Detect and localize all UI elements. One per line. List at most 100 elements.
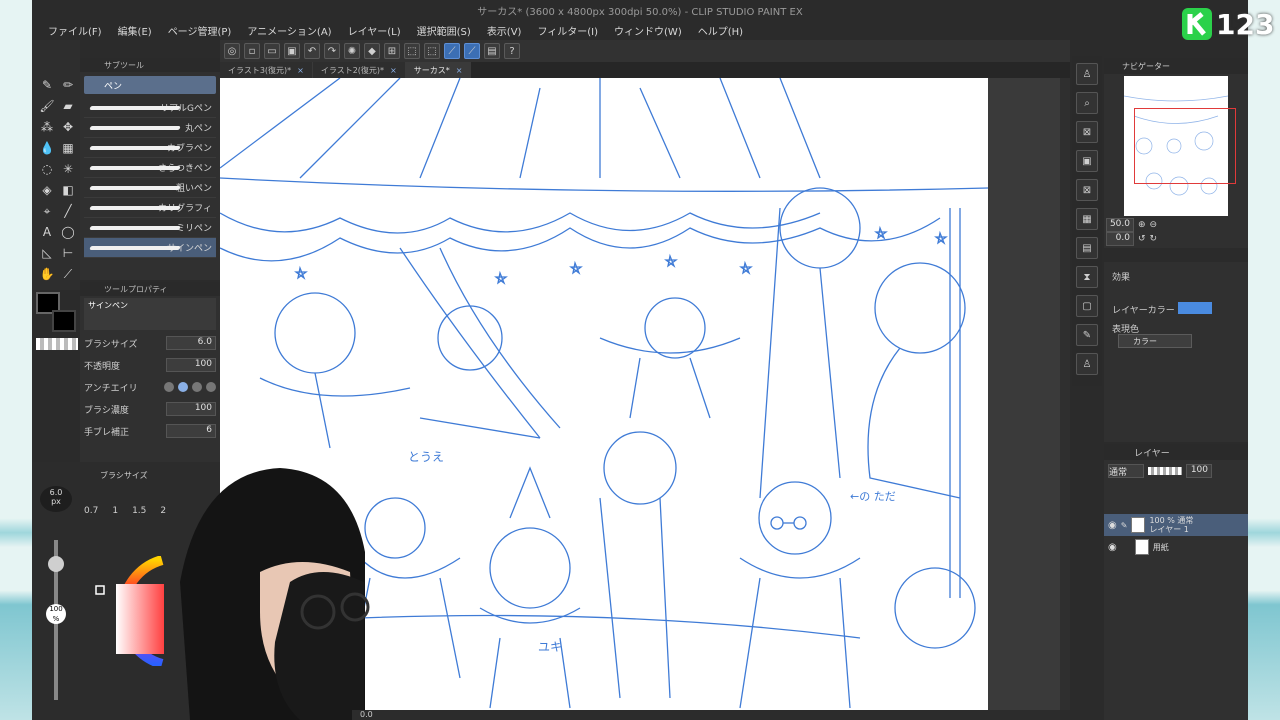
menu-file[interactable]: ファイル(F) [40, 23, 110, 38]
undo-icon[interactable]: ↶ [304, 43, 320, 59]
close-icon[interactable]: × [297, 66, 304, 75]
menu-animation[interactable]: アニメーション(A) [239, 23, 339, 38]
deselect-icon[interactable]: ⬚ [404, 43, 420, 59]
brush-size-field[interactable]: 6.0 [166, 336, 216, 350]
save-icon[interactable]: ▣ [284, 43, 300, 59]
subtool-group-pen[interactable]: ペン [84, 76, 216, 94]
layer-color-swatch[interactable] [1178, 302, 1212, 314]
rotate-right-icon[interactable]: ↻ [1150, 234, 1158, 244]
property-stabilization[interactable]: 手ブレ補正 6 [80, 420, 220, 442]
pen-tool-icon[interactable]: ✎ [38, 76, 56, 94]
sub-color-swatch[interactable] [52, 310, 76, 332]
close-icon[interactable]: × [456, 66, 463, 75]
redo-icon[interactable]: ↷ [324, 43, 340, 59]
text-tool-icon[interactable]: A [38, 223, 56, 241]
property-opacity[interactable]: 不透明度 100 [80, 354, 220, 376]
invert-selection-icon[interactable]: ⬚ [424, 43, 440, 59]
decoration-tool-icon[interactable]: ⁂ [38, 118, 56, 136]
eyedropper-tool-icon[interactable]: ⟋ [59, 265, 77, 283]
menu-edit[interactable]: 編集(E) [110, 23, 160, 38]
pencil-tool-icon[interactable]: ✏ [59, 76, 77, 94]
brush-saratsuki-pen[interactable]: さらつきペン [84, 158, 216, 178]
ruler-tool-icon[interactable]: ⊢ [59, 244, 77, 262]
fill-icon[interactable]: ◆ [364, 43, 380, 59]
image-icon[interactable]: ▣ [1076, 150, 1098, 172]
menu-window[interactable]: ウィンドウ(W) [606, 23, 690, 38]
timer-icon[interactable]: ⧗ [1076, 266, 1098, 288]
layer-item[interactable]: ◉ 用紙 [1104, 536, 1248, 558]
eye-icon[interactable]: ◉ [1108, 542, 1117, 553]
current-brush-size[interactable]: 6.0 px [40, 486, 72, 512]
menu-page[interactable]: ページ管理(P) [160, 23, 240, 38]
brush-real-g-pen[interactable]: リアルGペン [84, 98, 216, 118]
frame-tool-icon[interactable]: ◺ [38, 244, 56, 262]
size-preset[interactable]: 1 [112, 506, 118, 520]
size-preset[interactable]: 0.7 [84, 506, 98, 520]
menu-view[interactable]: 表示(V) [479, 23, 530, 38]
hand-tool-icon[interactable]: ✋ [38, 265, 56, 283]
menu-selection[interactable]: 選択範囲(S) [409, 23, 479, 38]
stabilization-field[interactable]: 6 [166, 424, 216, 438]
snap-guide-icon[interactable]: ⟋ [464, 43, 480, 59]
brush-tool-icon[interactable]: 🖌 [38, 97, 56, 115]
size-slider-knob[interactable] [48, 556, 64, 572]
layer-item[interactable]: ◉ ✎ 100 % 通常 レイヤー 1 [1104, 514, 1248, 536]
menu-layer[interactable]: レイヤー(L) [340, 23, 409, 38]
zoom-field[interactable]: 50.0 [1106, 218, 1134, 232]
eye-icon[interactable]: ◉ [1108, 520, 1117, 531]
person-icon[interactable]: ♙ [1076, 353, 1098, 375]
lasso-tool-icon[interactable]: ◌ [38, 160, 56, 178]
new-file-icon[interactable]: ▫ [244, 43, 260, 59]
brush-sign-pen[interactable]: サインペン [84, 238, 216, 258]
document-icon[interactable]: ▢ [1076, 295, 1098, 317]
magic-wand-icon[interactable]: ✳ [59, 160, 77, 178]
history-icon[interactable]: ▤ [1076, 237, 1098, 259]
balloon-tool-icon[interactable]: ◯ [59, 223, 77, 241]
brush-rough-pen[interactable]: 粗いペン [84, 178, 216, 198]
antialias-options[interactable] [164, 382, 216, 392]
transform-icon[interactable]: ⊞ [384, 43, 400, 59]
vertical-scrollbar[interactable] [1060, 78, 1070, 710]
material-icon[interactable]: ⊠ [1076, 121, 1098, 143]
rotate-left-icon[interactable]: ↺ [1138, 234, 1146, 244]
clear-icon[interactable]: ✺ [344, 43, 360, 59]
line-tool-icon[interactable]: ╱ [59, 202, 77, 220]
display-color-select[interactable]: カラー [1118, 334, 1192, 348]
rotate-field[interactable]: 0.0 [1106, 232, 1134, 246]
grid-icon[interactable]: ▦ [1076, 208, 1098, 230]
app-home-icon[interactable]: ◎ [224, 43, 240, 59]
close-icon[interactable]: × [390, 66, 397, 75]
zoom-out-icon[interactable]: ⊖ [1150, 220, 1158, 230]
grid-tool-icon[interactable]: ▦ [59, 139, 77, 157]
gradient-tool-icon[interactable]: ◧ [59, 181, 77, 199]
search-icon[interactable]: ⌕ [1076, 92, 1098, 114]
eraser-tool-icon[interactable]: ▰ [59, 97, 77, 115]
zoom-in-icon[interactable]: ⊕ [1138, 220, 1146, 230]
tab-illust3[interactable]: イラスト3(復元)* × [220, 62, 313, 78]
blend-mode-select[interactable]: 通常 [1108, 464, 1144, 478]
help-icon[interactable]: ? [504, 43, 520, 59]
opacity-field[interactable]: 100 [166, 358, 216, 372]
size-preset[interactable]: 1.5 [132, 506, 146, 520]
figure-icon[interactable]: ♙ [1076, 63, 1098, 85]
brush-kabura-pen[interactable]: カブラペン [84, 138, 216, 158]
property-antialias[interactable]: アンチエイリ [80, 376, 220, 398]
brush-density-field[interactable]: 100 [166, 402, 216, 416]
menu-help[interactable]: ヘルプ(H) [690, 23, 751, 38]
brush-maru-pen[interactable]: 丸ペン [84, 118, 216, 138]
fill-tool-icon[interactable]: ◈ [38, 181, 56, 199]
brush-calligraphy[interactable]: カリグラフィ [84, 198, 216, 218]
move-tool-icon[interactable]: ✥ [59, 118, 77, 136]
brush-milli-pen[interactable]: ミリペン [84, 218, 216, 238]
operation-tool-icon[interactable]: ⌖ [38, 202, 56, 220]
close-panel-icon[interactable]: ⊠ [1076, 179, 1098, 201]
navigator-view-frame[interactable] [1134, 108, 1236, 184]
opacity-slider[interactable] [1148, 467, 1182, 475]
edit-icon[interactable]: ✎ [1076, 324, 1098, 346]
open-file-icon[interactable]: ▭ [264, 43, 280, 59]
property-brush-size[interactable]: ブラシサイズ 6.0 [80, 332, 220, 354]
property-brush-density[interactable]: ブラシ濃度 100 [80, 398, 220, 420]
layer-opacity-field[interactable]: 100 [1186, 464, 1212, 478]
clipboard-icon[interactable]: ▤ [484, 43, 500, 59]
tab-illust2[interactable]: イラスト2(復元)* × [312, 62, 406, 78]
